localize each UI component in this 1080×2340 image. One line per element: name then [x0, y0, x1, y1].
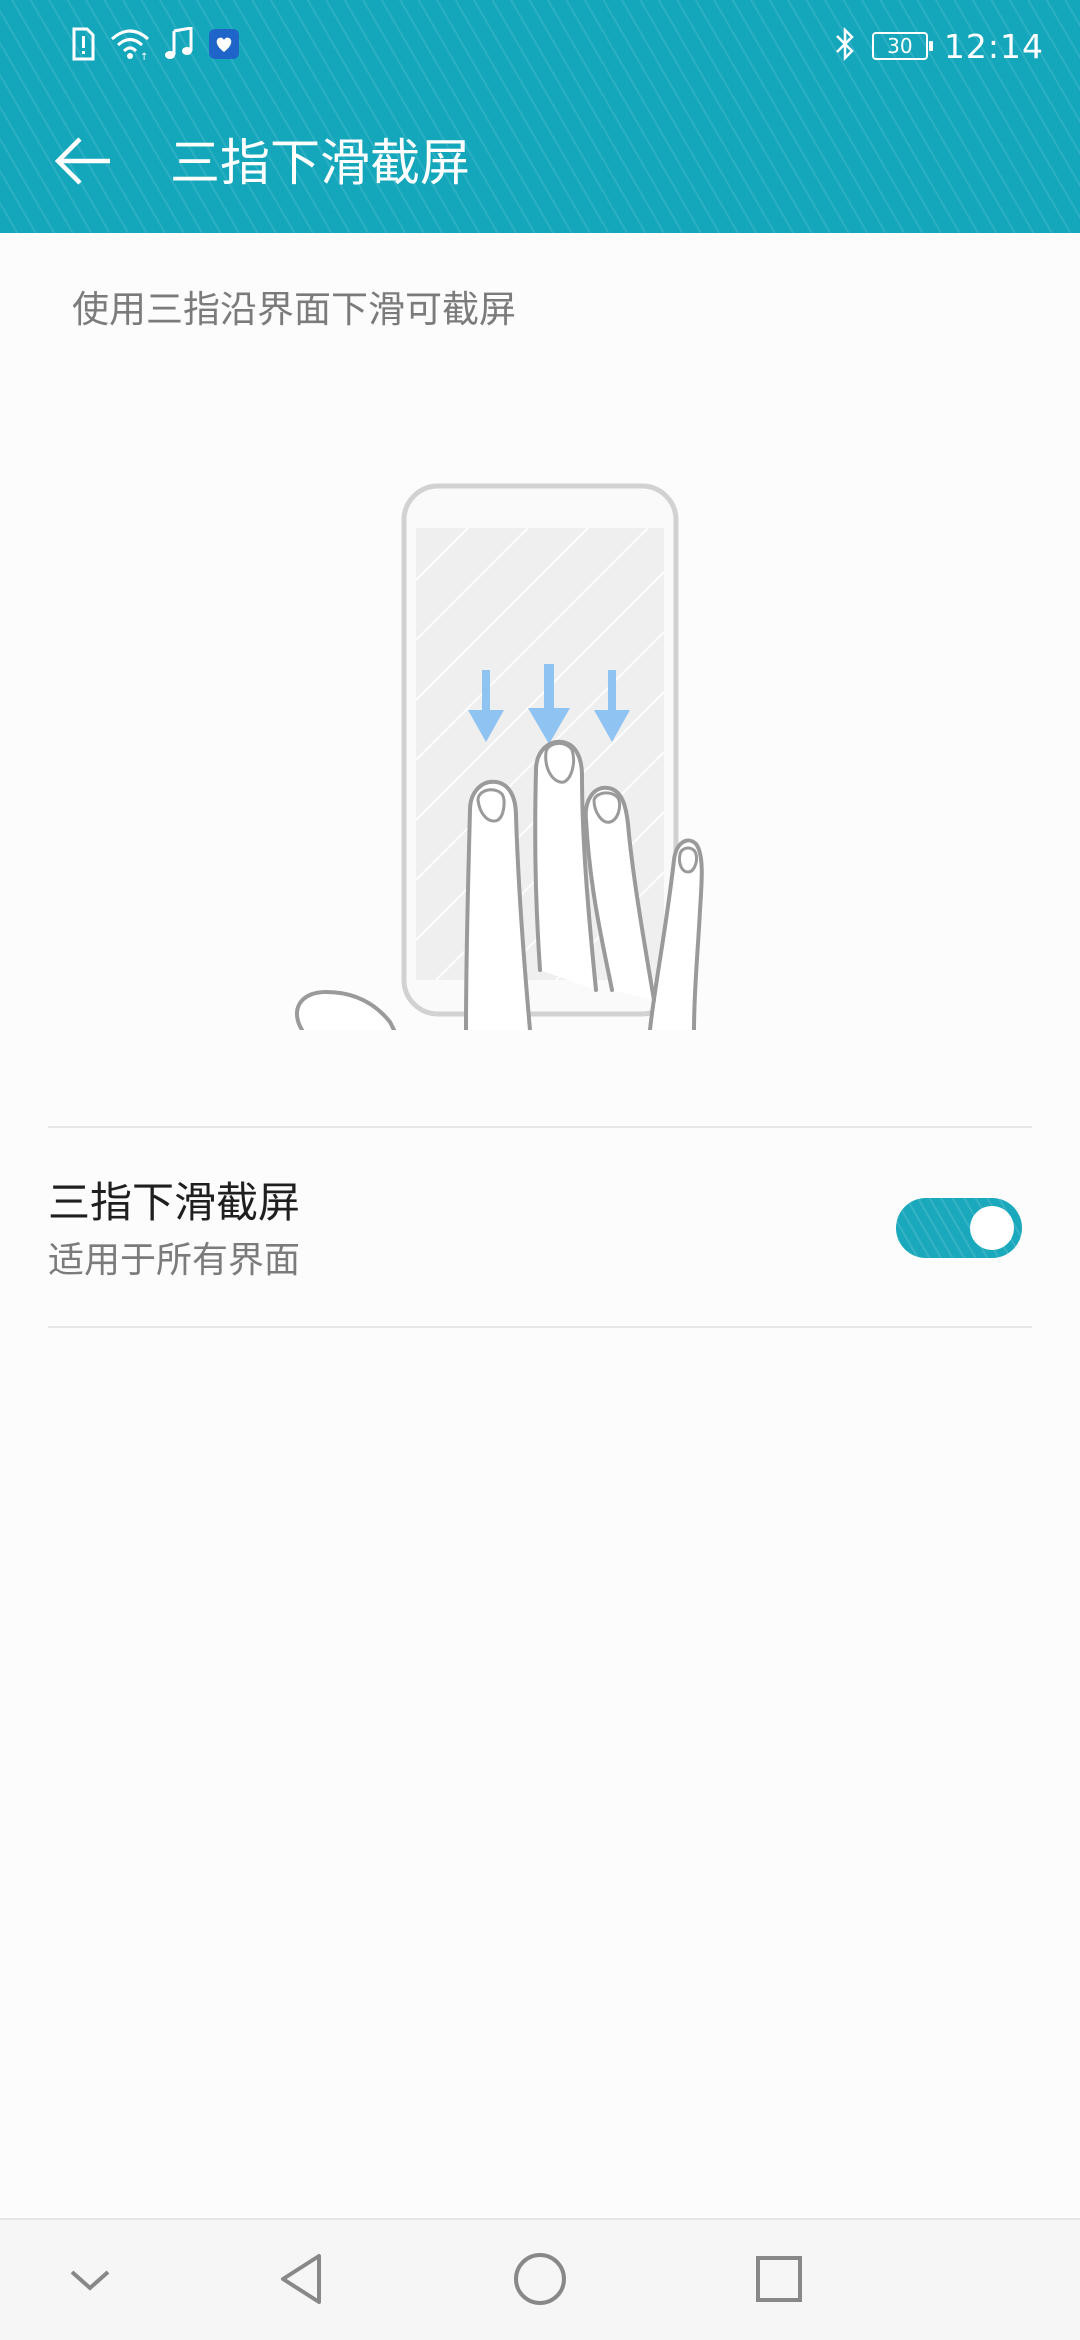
- recents-nav-button[interactable]: [734, 2236, 824, 2326]
- home-nav-button[interactable]: [495, 2236, 585, 2326]
- back-nav-button[interactable]: [256, 2236, 346, 2326]
- divider-bottom: [48, 1326, 1032, 1328]
- navigation-bar: [0, 2218, 1080, 2340]
- divider-top: [48, 1126, 1032, 1128]
- app-header: ↑↓: [0, 0, 1080, 233]
- bluetooth-icon: [834, 26, 856, 65]
- collapse-nav-button[interactable]: [45, 2236, 135, 2326]
- back-triangle-icon: [277, 2252, 325, 2310]
- collapse-chevron-icon: [68, 2264, 112, 2298]
- home-circle-icon: [512, 2251, 568, 2311]
- music-note-icon: [164, 26, 194, 65]
- feature-description: 使用三指沿界面下滑可截屏: [72, 288, 516, 331]
- battery-icon: 30: [871, 32, 933, 60]
- sim-alert-icon: [70, 27, 96, 65]
- battery-level: 30: [887, 34, 913, 58]
- status-icons-right: 30 12:14: [834, 24, 1044, 68]
- screen: ↑↓: [0, 0, 1080, 2340]
- three-finger-swipe-illustration: [290, 470, 740, 1032]
- setting-title: 三指下滑截屏: [48, 1178, 301, 1227]
- three-finger-screenshot-toggle[interactable]: [896, 1198, 1022, 1258]
- page-title: 三指下滑截屏: [170, 134, 470, 192]
- svg-text:↑↓: ↑↓: [140, 52, 150, 61]
- setting-subtitle: 适用于所有界面: [48, 1240, 301, 1281]
- toggle-knob: [970, 1206, 1014, 1250]
- status-bar: ↑↓: [0, 0, 1080, 90]
- recents-square-icon: [754, 2254, 804, 2308]
- setting-row-three-finger-screenshot[interactable]: 三指下滑截屏 适用于所有界面: [0, 1130, 1080, 1326]
- app-notification-icon: [208, 28, 240, 64]
- back-button[interactable]: [40, 120, 126, 206]
- status-icons-left: ↑↓: [70, 24, 240, 68]
- status-time: 12:14: [943, 26, 1044, 66]
- wifi-icon: ↑↓: [110, 27, 157, 65]
- toolbar: 三指下滑截屏: [0, 100, 1080, 230]
- back-arrow-icon: [54, 136, 112, 190]
